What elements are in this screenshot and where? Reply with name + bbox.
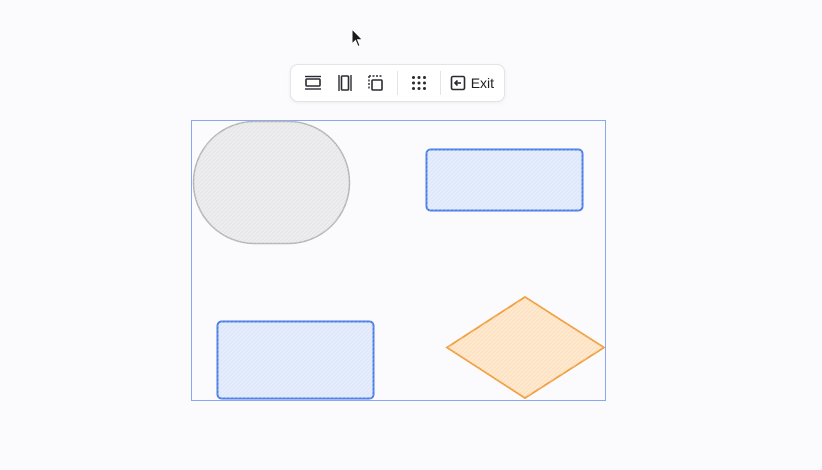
rectangle-texture (217, 321, 374, 399)
shapes-layer (192, 120, 606, 400)
rectangle-texture (426, 149, 583, 211)
whiteboard-canvas[interactable]: Exit (0, 0, 822, 470)
oval-texture (193, 121, 350, 244)
diamond-texture (447, 297, 604, 398)
